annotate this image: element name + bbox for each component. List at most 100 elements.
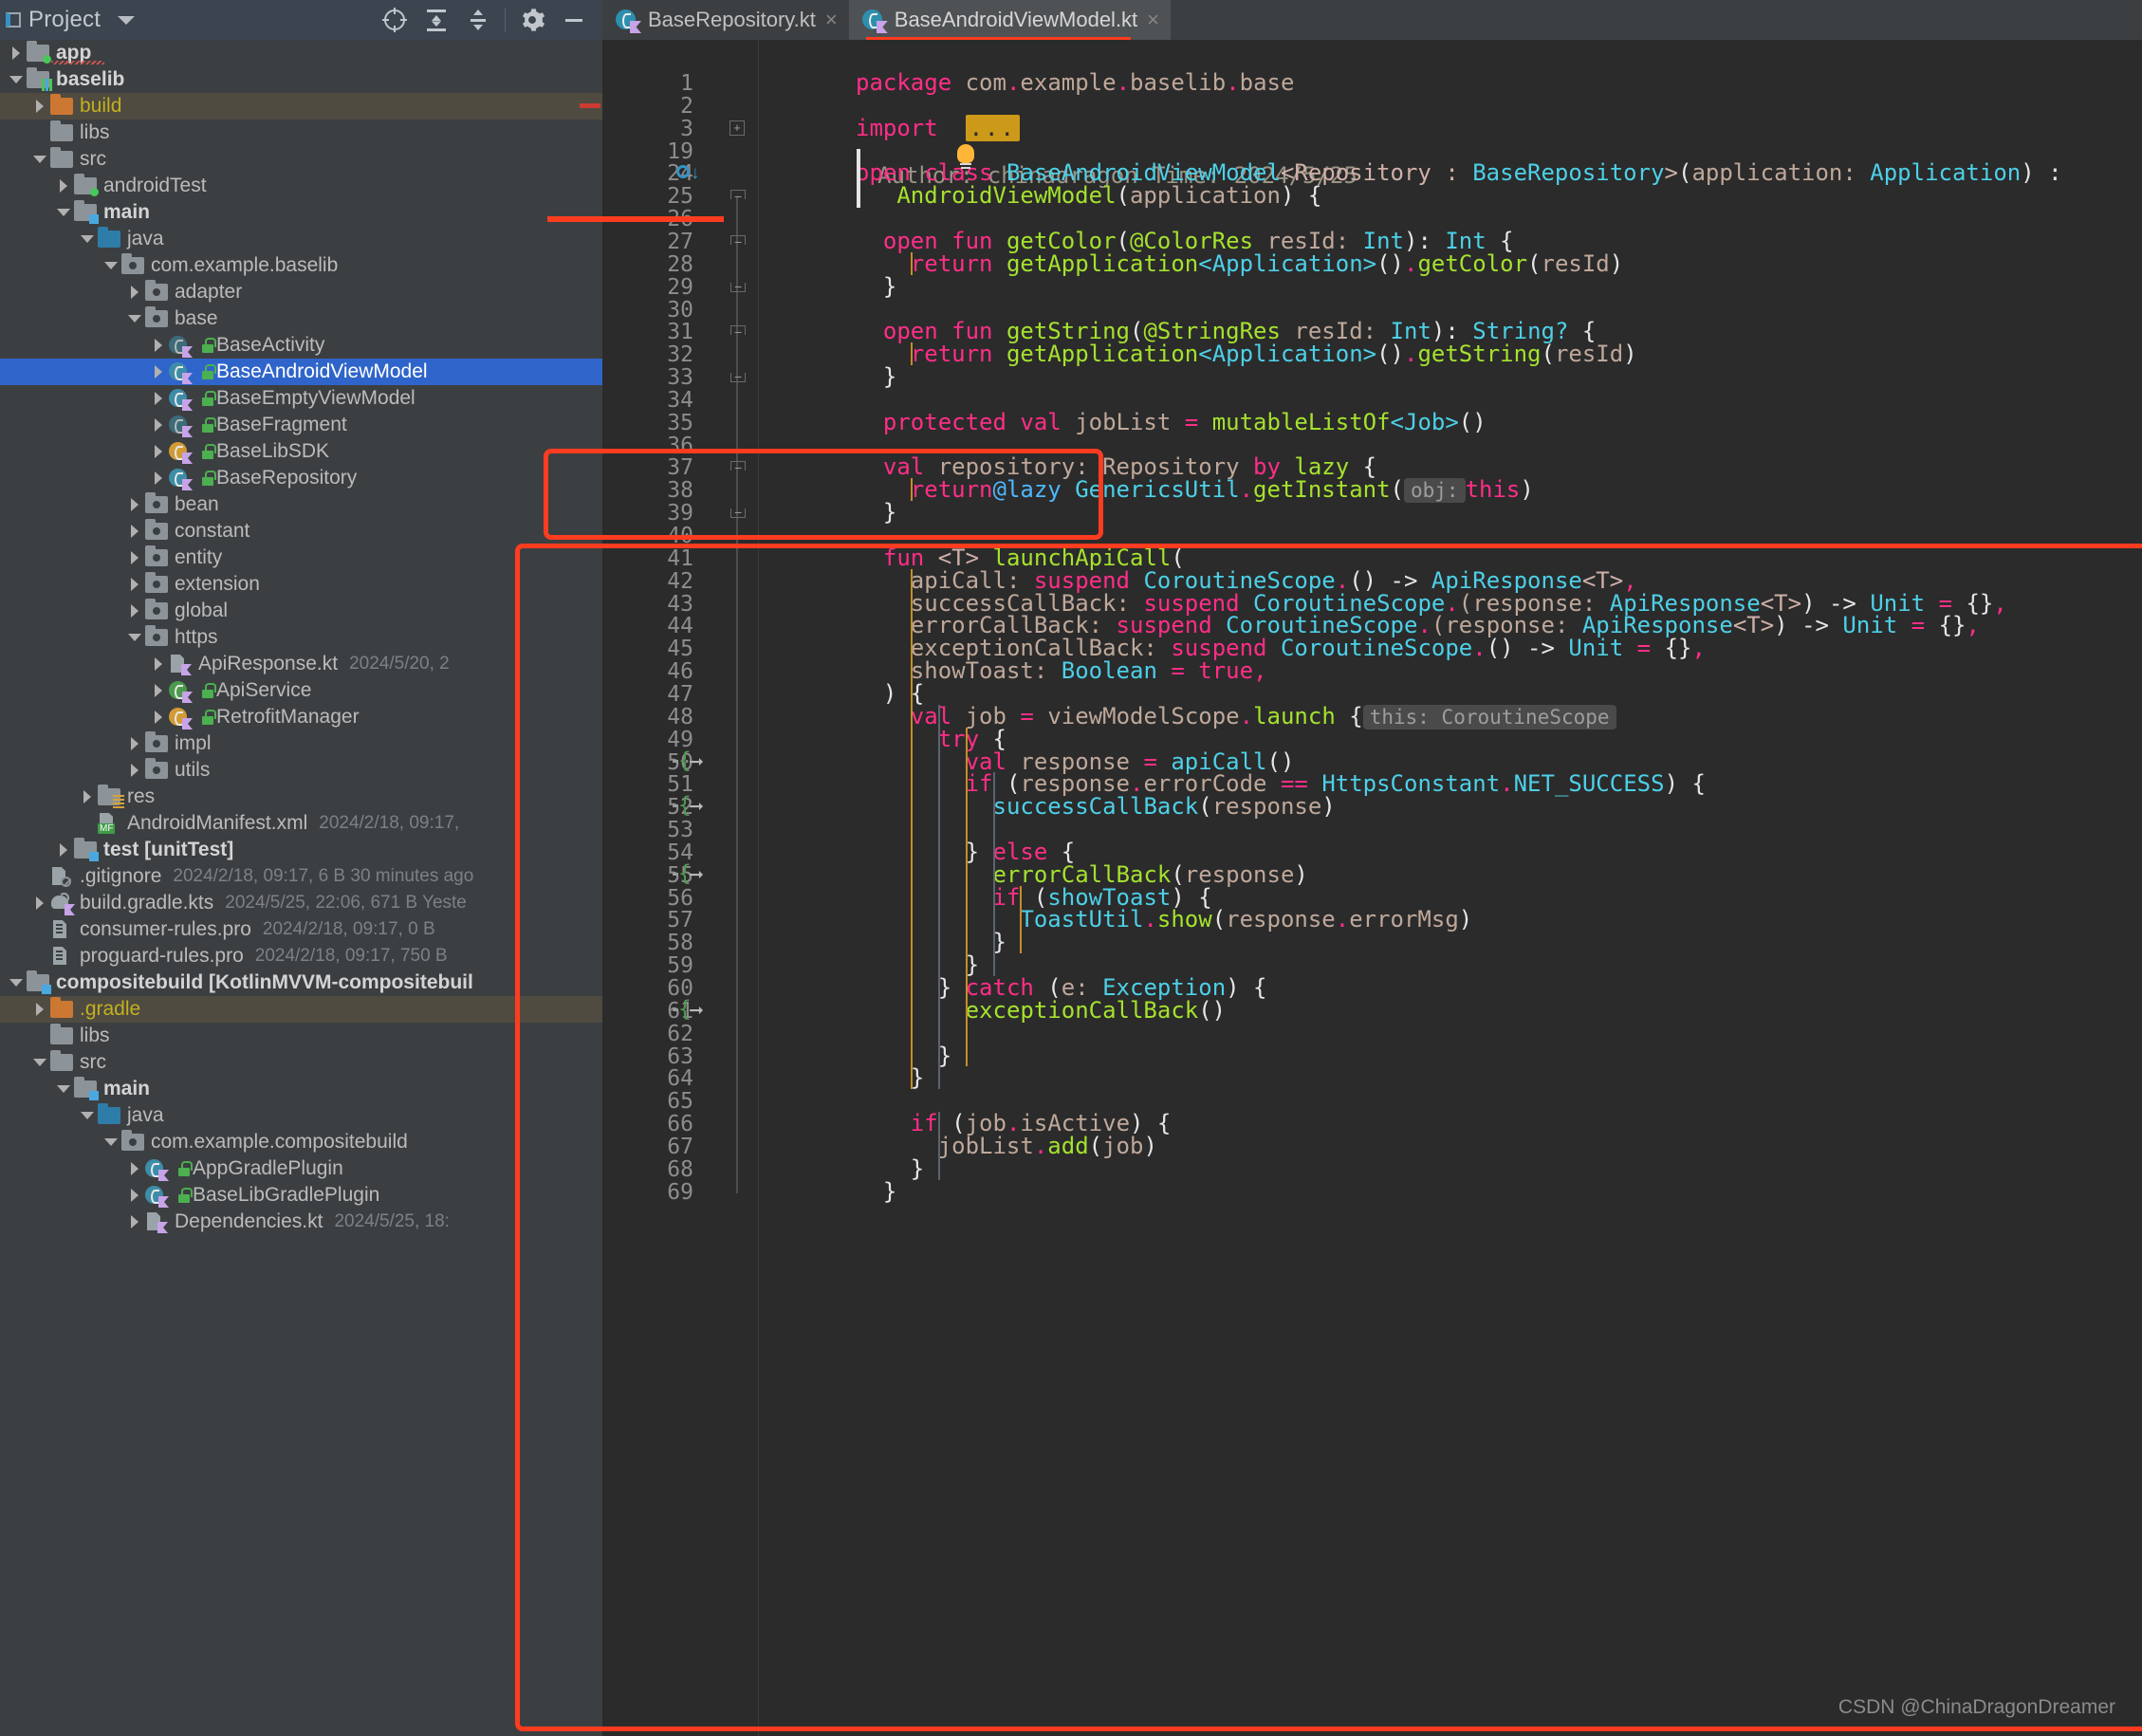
tree-item-baselibsdk[interactable]: BaseLibSDK: [0, 438, 602, 465]
chevron-down-icon[interactable]: [53, 1085, 74, 1093]
tree-item-libs[interactable]: libs: [0, 1023, 602, 1049]
project-tree[interactable]: app baselib build libs src androidTest main jav…: [0, 40, 602, 1736]
fold-collapse-icon[interactable]: −: [730, 325, 746, 339]
fold-collapse-icon[interactable]: −: [730, 461, 746, 474]
tree-item-apiresponse.kt[interactable]: ApiResponse.kt 2024/5/20, 2: [0, 651, 602, 677]
chevron-right-icon[interactable]: [148, 471, 169, 485]
tree-item-baselibgradleplugin[interactable]: BaseLibGradlePlugin: [0, 1182, 602, 1209]
tree-item-.gradle[interactable]: .gradle: [0, 996, 602, 1023]
suspend-call-icon[interactable]: {➞: [673, 998, 704, 1023]
chevron-down-icon[interactable]: [124, 634, 145, 641]
tree-item-androidtest[interactable]: androidTest: [0, 173, 602, 199]
tree-item-baserepository[interactable]: BaseRepository: [0, 465, 602, 491]
chevron-right-icon[interactable]: [148, 657, 169, 671]
close-icon[interactable]: ×: [1147, 9, 1159, 30]
chevron-down-icon[interactable]: [124, 315, 145, 323]
chevron-right-icon[interactable]: [124, 737, 145, 750]
chevron-down-icon[interactable]: [101, 1138, 121, 1146]
chevron-right-icon[interactable]: [148, 418, 169, 432]
tree-item-com.example.baselib[interactable]: com.example.baselib: [0, 252, 602, 279]
chevron-right-icon[interactable]: [124, 1189, 145, 1202]
chevron-right-icon[interactable]: [148, 392, 169, 405]
code-folding-gutter[interactable]: + − − − − − − −: [716, 40, 759, 1736]
chevron-right-icon[interactable]: [148, 445, 169, 458]
tree-item-compositebuild-kotlinmvvm-compositebuil[interactable]: compositebuild [KotlinMVVM-compositebuil: [0, 970, 602, 996]
tree-item-baseandroidviewmodel[interactable]: BaseAndroidViewModel: [0, 359, 602, 385]
chevron-right-icon[interactable]: [124, 764, 145, 777]
tree-item-res[interactable]: res: [0, 784, 602, 810]
tree-item-entity[interactable]: entity: [0, 545, 602, 571]
chevron-right-icon[interactable]: [77, 790, 98, 803]
tree-item-apiservice[interactable]: ApiService: [0, 677, 602, 704]
chevron-right-icon[interactable]: [148, 711, 169, 724]
tree-item-global[interactable]: global: [0, 598, 602, 624]
intention-bulb-icon[interactable]: [955, 143, 976, 173]
tree-item-java[interactable]: java: [0, 226, 602, 252]
tree-item-adapter[interactable]: adapter: [0, 279, 602, 305]
gear-icon[interactable]: [511, 4, 553, 36]
chevron-right-icon[interactable]: [148, 339, 169, 352]
chevron-right-icon[interactable]: [124, 1162, 145, 1175]
tree-item-com.example.compositebuild[interactable]: com.example.compositebuild: [0, 1129, 602, 1155]
fold-collapse-icon[interactable]: −: [730, 280, 746, 293]
chevron-down-icon[interactable]: [77, 1112, 98, 1119]
chevron-right-icon[interactable]: [124, 551, 145, 564]
chevron-right-icon[interactable]: [124, 525, 145, 538]
tree-item-src[interactable]: src: [0, 146, 602, 173]
chevron-down-icon[interactable]: [29, 1059, 50, 1066]
tree-item-baseemptyviewmodel[interactable]: BaseEmptyViewModel: [0, 385, 602, 412]
chevron-down-icon[interactable]: [101, 262, 121, 269]
tree-item-baseactivity[interactable]: BaseActivity: [0, 332, 602, 359]
collapse-all-icon[interactable]: [457, 4, 499, 36]
fold-expand-icon[interactable]: +: [729, 120, 745, 136]
tree-item-app[interactable]: app: [0, 40, 602, 66]
tree-item-bean[interactable]: bean: [0, 491, 602, 518]
tree-item-.gitignore[interactable]: .gitignore 2024/2/18, 09:17, 6 B 30 minut…: [0, 863, 602, 890]
suspend-call-icon[interactable]: {➞: [673, 862, 704, 887]
chevron-right-icon[interactable]: [53, 843, 74, 857]
tree-item-androidmanifest.xml[interactable]: MF AndroidManifest.xml 2024/2/18, 09:17,: [0, 810, 602, 837]
suspend-call-icon[interactable]: {➞: [673, 795, 704, 819]
tree-item-basefragment[interactable]: BaseFragment: [0, 412, 602, 438]
tree-item-constant[interactable]: constant: [0, 518, 602, 545]
expand-all-icon[interactable]: [415, 4, 457, 36]
editor-tab-baserepository-kt[interactable]: BaseRepository.kt ×: [602, 0, 849, 40]
tree-item-libs[interactable]: libs: [0, 120, 602, 146]
chevron-right-icon[interactable]: [124, 578, 145, 591]
fold-collapse-icon[interactable]: −: [730, 370, 746, 383]
tree-item-baselib[interactable]: baselib: [0, 66, 602, 93]
chevron-down-icon[interactable]: [77, 235, 98, 243]
tree-item-dependencies.kt[interactable]: Dependencies.kt 2024/5/25, 18:: [0, 1209, 602, 1235]
tree-item-impl[interactable]: impl: [0, 730, 602, 757]
chevron-right-icon[interactable]: [29, 100, 50, 113]
chevron-down-icon[interactable]: [53, 209, 74, 216]
chevron-down-icon[interactable]: [6, 76, 27, 83]
chevron-right-icon[interactable]: [148, 684, 169, 697]
tree-item-retrofitmanager[interactable]: RetrofitManager: [0, 704, 602, 730]
locate-icon[interactable]: [374, 4, 415, 36]
chevron-right-icon[interactable]: [148, 365, 169, 379]
chevron-down-icon[interactable]: [29, 156, 50, 163]
chevron-right-icon[interactable]: [53, 179, 74, 193]
tree-item-base[interactable]: base: [0, 305, 602, 332]
tree-item-build[interactable]: build: [0, 93, 602, 120]
tree-item-appgradleplugin[interactable]: AppGradlePlugin: [0, 1155, 602, 1182]
suspend-call-icon[interactable]: {➞: [673, 749, 704, 774]
tree-item-main[interactable]: main: [0, 199, 602, 226]
tree-item-https[interactable]: https: [0, 624, 602, 651]
tree-item-extension[interactable]: extension: [0, 571, 602, 598]
chevron-right-icon[interactable]: [6, 46, 27, 60]
editor-tab-baseandroidviewmodel-kt[interactable]: BaseAndroidViewModel.kt ×: [848, 0, 1172, 40]
chevron-right-icon[interactable]: [29, 896, 50, 910]
code-editor[interactable]: 1231924252627282930313233343536373839404…: [602, 40, 2142, 1736]
chevron-right-icon[interactable]: [124, 1215, 145, 1228]
chevron-down-icon[interactable]: [118, 15, 136, 25]
minimize-icon[interactable]: [553, 4, 595, 36]
tree-item-consumer-rules.pro[interactable]: consumer-rules.pro 2024/2/18, 09:17, 0 B: [0, 916, 602, 943]
fold-collapse-icon[interactable]: −: [730, 506, 746, 519]
chevron-right-icon[interactable]: [124, 498, 145, 511]
close-icon[interactable]: ×: [825, 9, 838, 30]
tree-item-build.gradle.kts[interactable]: build.gradle.kts 2024/5/25, 22:06, 671 B …: [0, 890, 602, 916]
tree-item-test-unittest-[interactable]: test [unitTest]: [0, 837, 602, 863]
tree-item-utils[interactable]: utils: [0, 757, 602, 784]
